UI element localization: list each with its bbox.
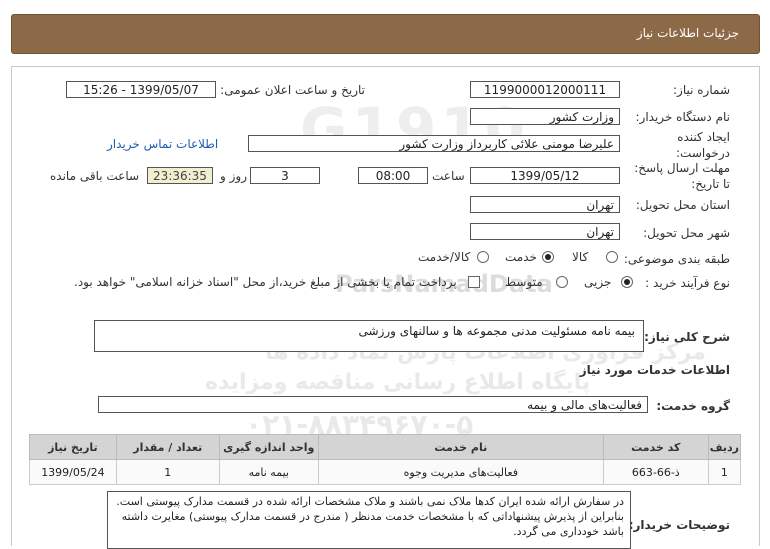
process-option-minor: جزیی: [584, 275, 612, 289]
treasury-payment-checkbox[interactable]: [468, 276, 480, 288]
announce-label: تاریخ و ساعت اعلان عمومی:: [220, 83, 365, 97]
col-service-code: کد خدمت: [602, 434, 709, 460]
category-radio-service[interactable]: [542, 251, 554, 263]
category-option-service: خدمت: [505, 250, 537, 264]
col-row-number: ردیف: [707, 434, 742, 460]
category-radio-goods-service[interactable]: [477, 251, 489, 263]
treasury-payment-note: پرداخت تمام یا بخشی از مبلغ خرید،از محل …: [74, 275, 457, 289]
buyer-notes-label: توضیحات خریدار:: [628, 518, 730, 532]
service-group-label: گروه خدمت:: [656, 399, 730, 413]
services-section-title: اطلاعات خدمات مورد نیاز: [579, 363, 730, 377]
city-label: شهر محل تحویل:: [643, 226, 730, 240]
days-label: روز و: [220, 169, 247, 183]
need-number-label: شماره نیاز:: [673, 83, 730, 97]
col-service-name: نام خدمت: [317, 434, 604, 460]
province-label: استان محل تحویل:: [635, 198, 730, 212]
process-radio-medium[interactable]: [556, 276, 568, 288]
deadline-label-line2: تا تاریخ:: [691, 177, 730, 191]
summary-box: بیمه نامه مسئولیت مدنی مجموعه ها و سالنه…: [94, 320, 644, 352]
time-label: ساعت: [432, 169, 465, 183]
category-option-goods-service: کالا/خدمت: [418, 250, 471, 264]
remaining-label: ساعت باقی مانده: [50, 169, 140, 183]
table-header-row: ردیف کد خدمت نام خدمت واحد اندازه گیری ت…: [29, 434, 742, 460]
buyer-org-label: نام دستگاه خریدار:: [635, 110, 731, 124]
process-label: نوع فرآیند خرید :: [645, 276, 730, 290]
category-radio-goods[interactable]: [606, 251, 618, 263]
buyer-org-field: وزارت کشور: [470, 108, 620, 125]
page-header: جزئیات اطلاعات نیاز: [11, 14, 760, 54]
page-title: جزئیات اطلاعات نیاز: [636, 26, 739, 40]
deadline-label-line1: مهلت ارسال پاسخ:: [634, 161, 730, 175]
col-need-date: تاریخ نیاز: [29, 434, 117, 460]
table-row: 1 ذ-66-663 فعالیت‌های مدیریت وجوه بیمه ن…: [29, 459, 742, 485]
remaining-time-field: 23:36:35: [147, 167, 213, 184]
province-field: تهران: [470, 196, 620, 213]
cell-quantity: 1: [115, 459, 220, 485]
summary-label: شرح کلی نیاز:: [644, 330, 730, 344]
requester-label-line2: درخواست:: [676, 146, 730, 160]
services-table: ردیف کد خدمت نام خدمت واحد اندازه گیری ت…: [29, 434, 742, 485]
cell-row-number: 1: [707, 459, 742, 485]
need-number-field: 1199000012000111: [470, 81, 620, 98]
contact-buyer-link[interactable]: اطلاعات تماس خریدار: [107, 137, 218, 151]
deadline-date-field: 1399/05/12: [470, 167, 620, 184]
summary-text: بیمه نامه مسئولیت مدنی مجموعه ها و سالنه…: [358, 324, 635, 338]
cell-service-code: ذ-66-663: [602, 459, 709, 485]
days-field: 3: [250, 167, 320, 184]
cell-service-name: فعالیت‌های مدیریت وجوه: [317, 459, 604, 485]
requester-field: علیرضا مومنی علائی کاربرداز وزارت کشور: [248, 135, 620, 152]
deadline-time-field: 08:00: [358, 167, 428, 184]
city-field: تهران: [470, 223, 620, 240]
announce-field: 1399/05/07 - 15:26: [66, 81, 216, 98]
process-option-medium: متوسط: [505, 275, 543, 289]
col-unit: واحد اندازه گیری: [218, 434, 319, 460]
process-radio-minor[interactable]: [621, 276, 633, 288]
cell-unit: بیمه نامه: [218, 459, 319, 485]
buyer-notes-text: در سفارش ارائه شده ایران کدها ملاک نمی ب…: [116, 495, 624, 538]
requester-label-line1: ایجاد کننده: [677, 130, 730, 144]
service-group-field: فعالیت‌های مالی و بیمه: [98, 396, 648, 413]
category-label: طبقه بندی موضوعی:: [623, 252, 730, 266]
col-quantity: تعداد / مقدار: [115, 434, 220, 460]
buyer-notes-box: در سفارش ارائه شده ایران کدها ملاک نمی ب…: [107, 491, 631, 549]
category-option-goods: کالا: [572, 250, 589, 264]
cell-need-date: 1399/05/24: [29, 459, 117, 485]
